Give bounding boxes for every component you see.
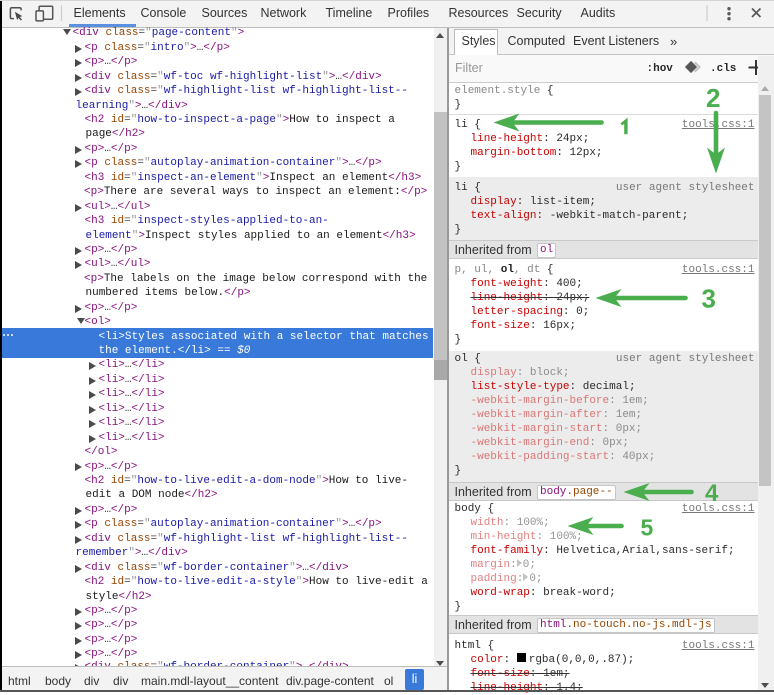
svg-text:5: 5 [641, 515, 654, 541]
svg-text:3: 3 [702, 284, 716, 314]
svg-text:2: 2 [706, 83, 720, 113]
